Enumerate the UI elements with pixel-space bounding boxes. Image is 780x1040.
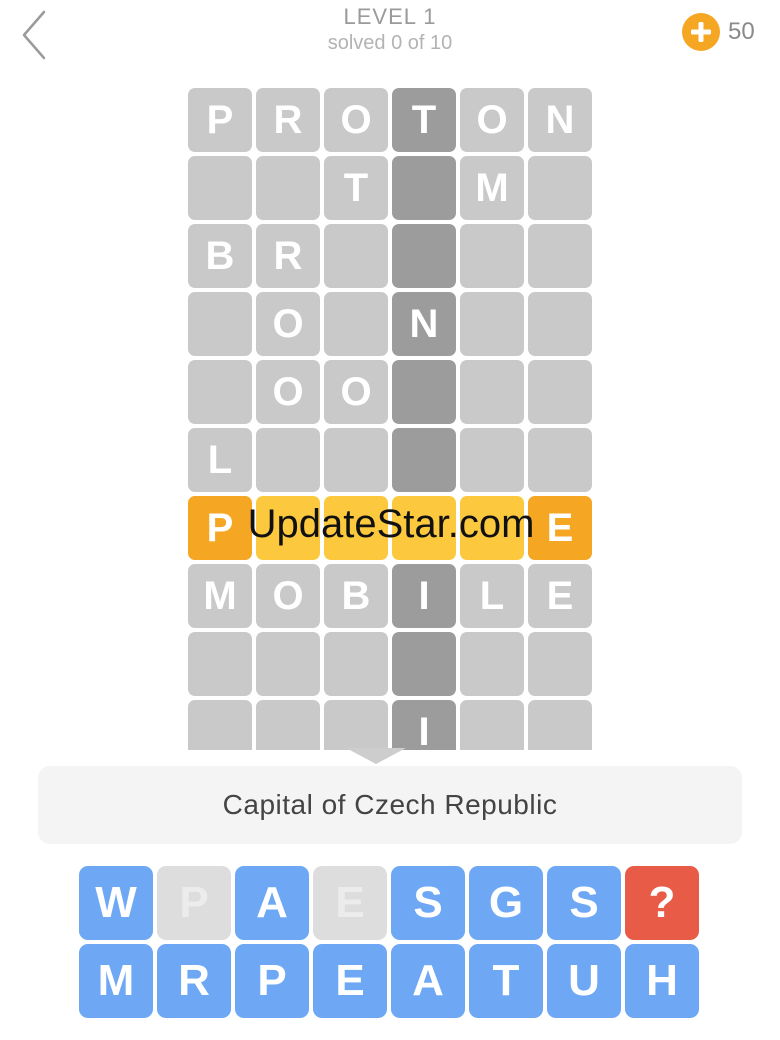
grid-cell-r10-c5[interactable] xyxy=(460,700,524,750)
letter-key[interactable]: P xyxy=(235,944,309,1018)
clue-box: Capital of Czech Republic xyxy=(38,766,742,844)
letter-key[interactable]: P xyxy=(157,866,231,940)
grid-cell-r2-c4[interactable] xyxy=(392,156,456,220)
grid-cell-r8-c2[interactable]: O xyxy=(256,564,320,628)
grid-cell-r1-c1[interactable]: P xyxy=(188,88,252,152)
letter-key[interactable]: T xyxy=(469,944,543,1018)
grid-cell-r4-c3[interactable] xyxy=(324,292,388,356)
letter-key[interactable]: M xyxy=(79,944,153,1018)
grid-cell-r6-c1[interactable]: L xyxy=(188,428,252,492)
grid-cell-r10-c4[interactable]: I xyxy=(392,700,456,750)
grid-cell-r8-c6[interactable]: E xyxy=(528,564,592,628)
grid-cell-r4-c5[interactable] xyxy=(460,292,524,356)
clue-pointer xyxy=(346,748,406,764)
grid-cell-r9-c3[interactable] xyxy=(324,632,388,696)
grid-cell-r4-c1[interactable] xyxy=(188,292,252,356)
coin-counter[interactable]: 50 xyxy=(682,12,755,52)
letter-key[interactable]: A xyxy=(235,866,309,940)
grid-cell-r8-c3[interactable]: B xyxy=(324,564,388,628)
grid-cell-r4-c4[interactable]: N xyxy=(392,292,456,356)
letter-keyboard: W P A E S G S? M R P E A T U H xyxy=(79,866,703,1022)
grid-cell-r3-c3[interactable] xyxy=(324,224,388,288)
grid-cell-r6-c2[interactable] xyxy=(256,428,320,492)
grid-cell-r7-c5[interactable] xyxy=(460,496,524,560)
grid-cell-r5-c1[interactable] xyxy=(188,360,252,424)
grid-cell-r2-c3[interactable]: T xyxy=(324,156,388,220)
grid-cell-r6-c6[interactable] xyxy=(528,428,592,492)
grid-cell-r3-c2[interactable]: R xyxy=(256,224,320,288)
grid-cell-r9-c4[interactable] xyxy=(392,632,456,696)
grid-cell-r7-c6[interactable]: E xyxy=(528,496,592,560)
grid-cell-r4-c6[interactable] xyxy=(528,292,592,356)
level-title: LEVEL 1 xyxy=(343,4,437,29)
top-bar: LEVEL 1 solved 0 of 10 50 xyxy=(0,0,780,70)
grid-cell-r9-c1[interactable] xyxy=(188,632,252,696)
grid-cell-r4-c2[interactable]: O xyxy=(256,292,320,356)
letter-key[interactable]: A xyxy=(391,944,465,1018)
grid-cell-r6-c4[interactable] xyxy=(392,428,456,492)
grid-cell-r7-c3[interactable] xyxy=(324,496,388,560)
letter-key[interactable]: S xyxy=(547,866,621,940)
grid-cell-r7-c2[interactable] xyxy=(256,496,320,560)
grid-cell-r9-c2[interactable] xyxy=(256,632,320,696)
grid-cell-r2-c1[interactable] xyxy=(188,156,252,220)
letter-key[interactable]: E xyxy=(313,866,387,940)
crossword-grid: PROTONTMBRONOOLPEMOBILEI xyxy=(188,88,594,750)
grid-cell-r1-c4[interactable]: T xyxy=(392,88,456,152)
letter-key[interactable]: H xyxy=(625,944,699,1018)
level-progress: solved 0 of 10 xyxy=(327,32,453,54)
hint-button[interactable]: ? xyxy=(625,866,699,940)
grid-cell-r1-c6[interactable]: N xyxy=(528,88,592,152)
grid-cell-r5-c4[interactable] xyxy=(392,360,456,424)
letter-key[interactable]: E xyxy=(313,944,387,1018)
grid-cell-r9-c6[interactable] xyxy=(528,632,592,696)
grid-cell-r1-c5[interactable]: O xyxy=(460,88,524,152)
grid-cell-r6-c3[interactable] xyxy=(324,428,388,492)
grid-cell-r9-c5[interactable] xyxy=(460,632,524,696)
grid-cell-r3-c6[interactable] xyxy=(528,224,592,288)
grid-cell-r5-c6[interactable] xyxy=(528,360,592,424)
grid-cell-r5-c3[interactable]: O xyxy=(324,360,388,424)
grid-cell-r3-c5[interactable] xyxy=(460,224,524,288)
grid-cell-r3-c1[interactable]: B xyxy=(188,224,252,288)
letter-key[interactable]: W xyxy=(79,866,153,940)
grid-cell-r7-c1[interactable]: P xyxy=(188,496,252,560)
letter-key[interactable]: G xyxy=(469,866,543,940)
grid-cell-r10-c3[interactable] xyxy=(324,700,388,750)
grid-cell-r5-c2[interactable]: O xyxy=(256,360,320,424)
grid-cell-r3-c4[interactable] xyxy=(392,224,456,288)
grid-cell-r2-c2[interactable] xyxy=(256,156,320,220)
grid-cell-r8-c5[interactable]: L xyxy=(460,564,524,628)
grid-cell-r7-c4[interactable] xyxy=(392,496,456,560)
grid-cell-r5-c5[interactable] xyxy=(460,360,524,424)
clue-text: Capital of Czech Republic xyxy=(222,789,558,820)
plus-coin-icon xyxy=(682,13,720,51)
grid-cell-r1-c2[interactable]: R xyxy=(256,88,320,152)
grid-cell-r2-c6[interactable] xyxy=(528,156,592,220)
grid-cell-r10-c1[interactable] xyxy=(188,700,252,750)
letter-key[interactable]: R xyxy=(157,944,231,1018)
grid-cell-r10-c6[interactable] xyxy=(528,700,592,750)
grid-cell-r8-c4[interactable]: I xyxy=(392,564,456,628)
grid-cell-r10-c2[interactable] xyxy=(256,700,320,750)
grid-cell-r8-c1[interactable]: M xyxy=(188,564,252,628)
letter-key[interactable]: U xyxy=(547,944,621,1018)
letter-key[interactable]: S xyxy=(391,866,465,940)
grid-cell-r2-c5[interactable]: M xyxy=(460,156,524,220)
coin-count: 50 xyxy=(728,18,755,45)
grid-cell-r6-c5[interactable] xyxy=(460,428,524,492)
grid-cell-r1-c3[interactable]: O xyxy=(324,88,388,152)
